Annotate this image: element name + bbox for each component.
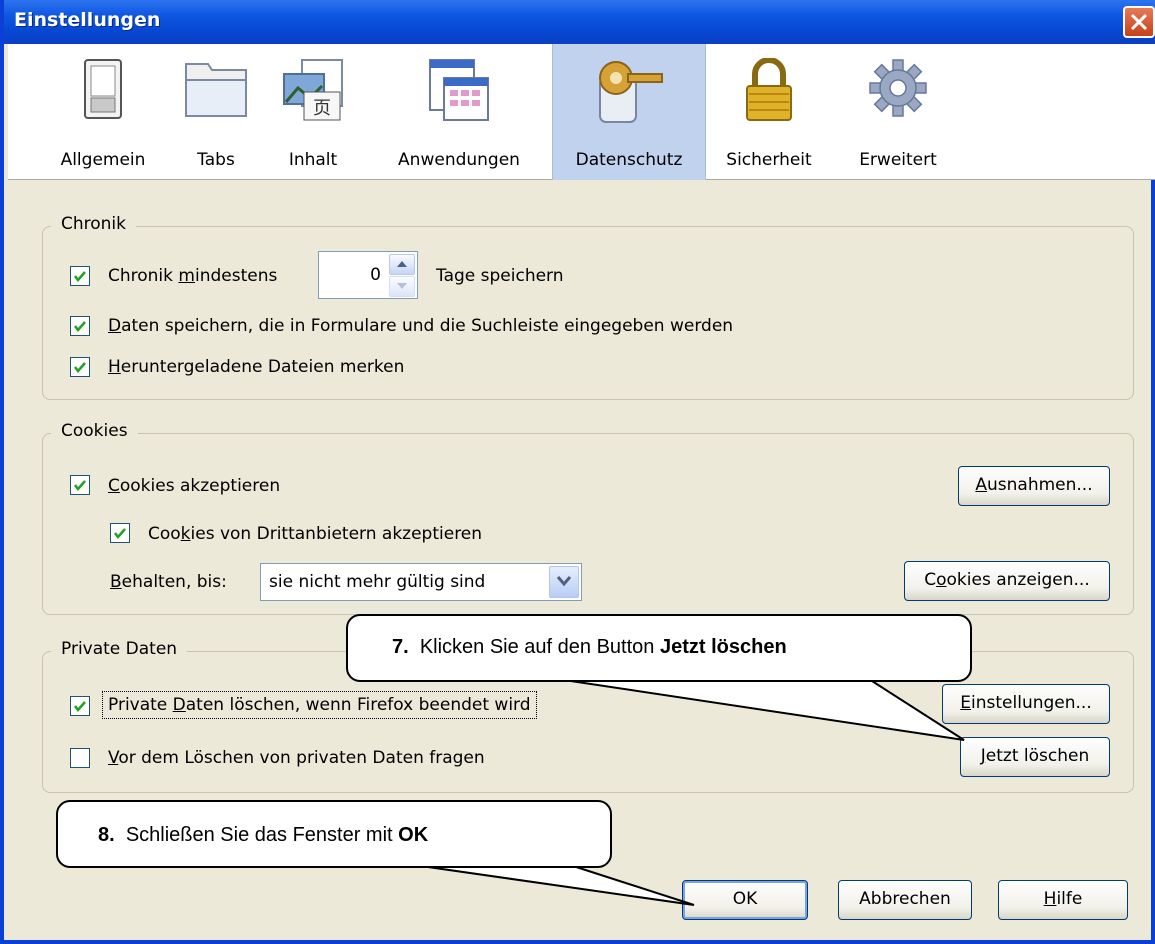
callout-7: 7. Klicken Sie auf den Button Jetzt lösc… bbox=[346, 614, 972, 682]
callout-8: 8. Schließen Sie das Fenster mit OK bbox=[56, 800, 612, 868]
callout-8-text: 8. Schließen Sie das Fenster mit OK bbox=[98, 824, 429, 846]
callout-7-text: 7. Klicken Sie auf den Button Jetzt lösc… bbox=[392, 636, 787, 658]
callout-8-pointer bbox=[413, 864, 695, 906]
preferences-window: Einstellungen Allgemein Tabs 页 Inhalt An… bbox=[0, 0, 1155, 944]
callout-7-pointer bbox=[563, 679, 965, 741]
